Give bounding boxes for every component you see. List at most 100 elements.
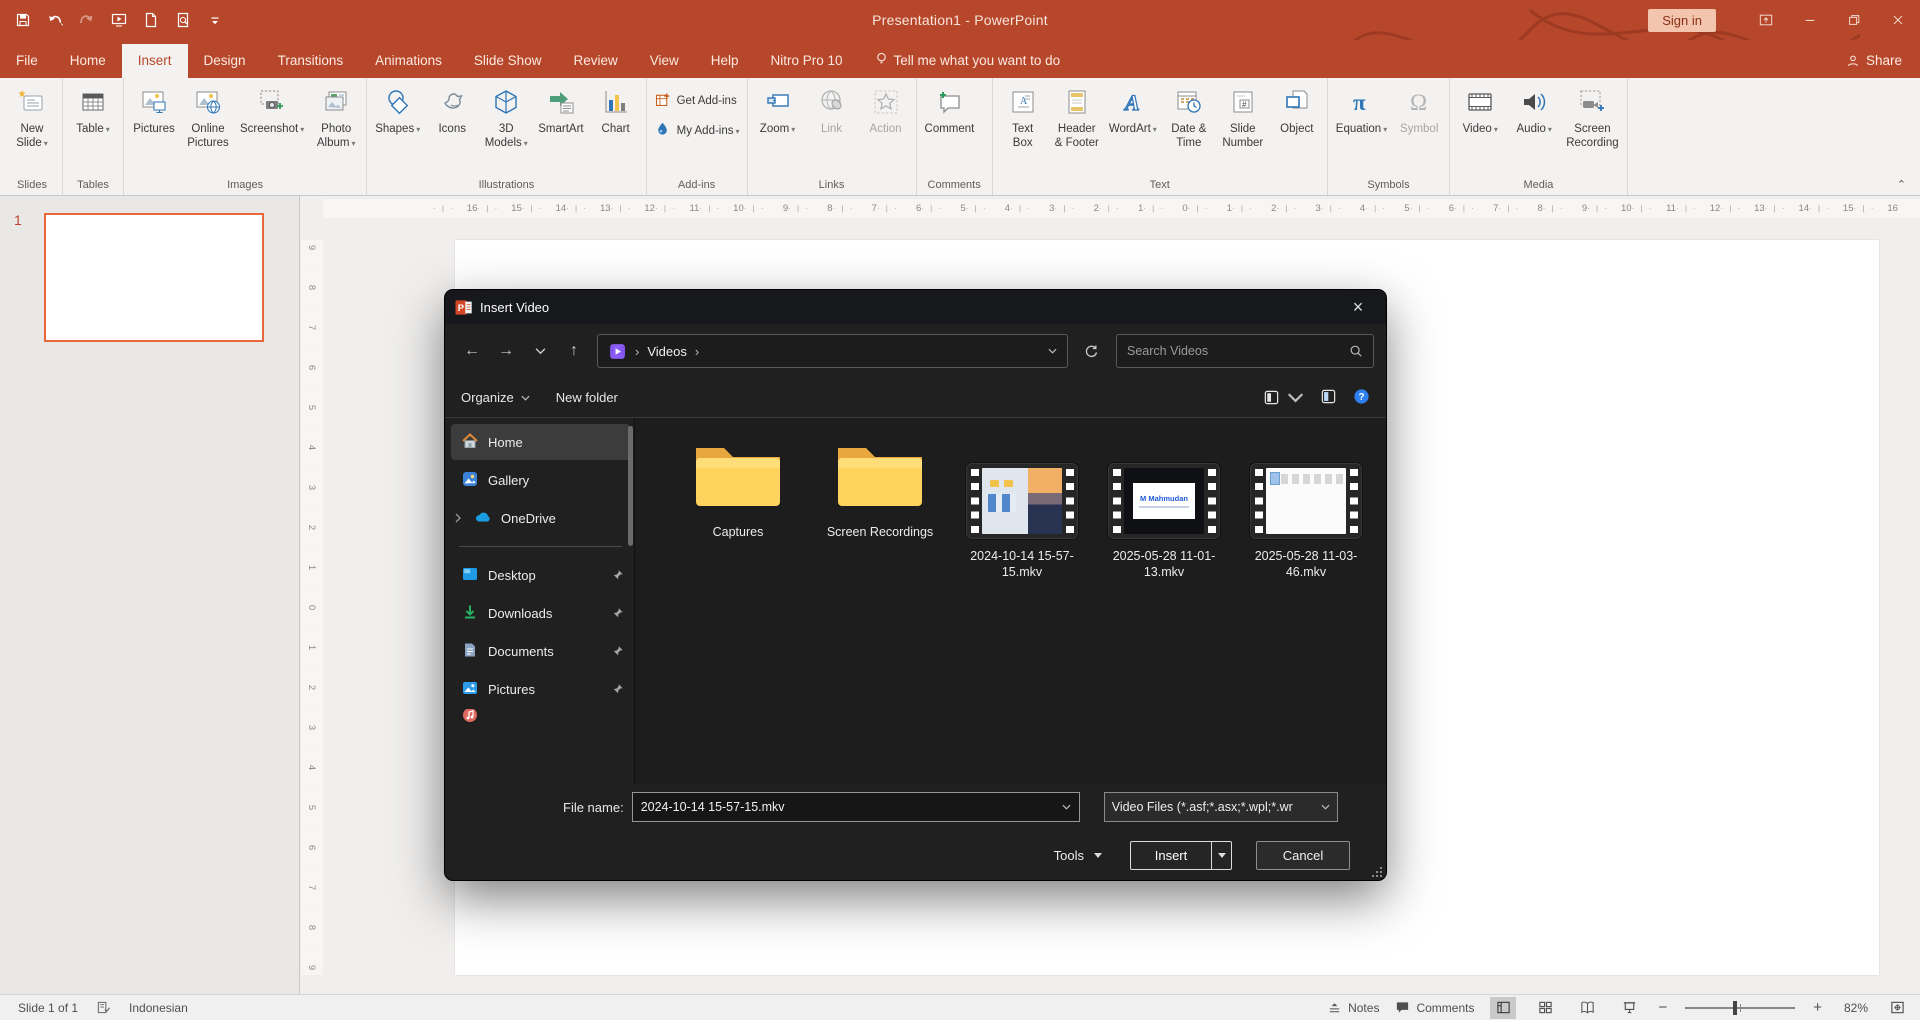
- search-icon[interactable]: [1349, 344, 1363, 358]
- ribbon-button-3d-models[interactable]: 3D Models ▾: [479, 80, 533, 177]
- zoom-slider[interactable]: [1685, 1000, 1796, 1015]
- up-icon[interactable]: ↑: [559, 336, 589, 366]
- normal-view-button[interactable]: [1490, 996, 1517, 1019]
- ribbon-button-slide-number[interactable]: # Slide Number: [1216, 80, 1270, 177]
- sidebar-item-downloads[interactable]: Downloads: [451, 595, 630, 631]
- ribbon-button-new-slide[interactable]: New Slide ▾: [5, 80, 59, 177]
- ribbon-button-header-footer[interactable]: Header & Footer: [1050, 80, 1104, 177]
- sidebar-item-documents[interactable]: Documents: [451, 633, 630, 669]
- ribbon-button-icons[interactable]: Icons: [425, 80, 479, 177]
- ribbon-button-screenshot[interactable]: Screenshot ▾: [235, 80, 309, 177]
- ribbon-button-chart[interactable]: Chart: [589, 80, 643, 177]
- zoom-slider-thumb[interactable]: [1733, 1000, 1738, 1015]
- ribbon-button-table[interactable]: Table ▾: [66, 80, 120, 177]
- tab-view[interactable]: View: [634, 44, 695, 78]
- undo-icon[interactable]: [46, 11, 64, 29]
- sidebar-item-pictures[interactable]: Pictures: [451, 671, 630, 707]
- video-file-2025-05-28-11-01-13-mkv[interactable]: M Mahmudan 2025-05-28 11-01-13.mkv: [1103, 434, 1225, 581]
- ribbon-button-smartart[interactable]: SmartArt: [533, 80, 588, 177]
- slide-sorter-view-button[interactable]: [1532, 997, 1558, 1019]
- video-file-2025-05-28-11-03-46-mkv[interactable]: 2025-05-28 11-03-46.mkv: [1245, 434, 1367, 581]
- new-file-icon[interactable]: [142, 11, 160, 29]
- dialog-title-bar[interactable]: P Insert Video ×: [445, 290, 1386, 324]
- ribbon-button-video[interactable]: Video ▾: [1453, 80, 1507, 177]
- resize-grip[interactable]: [1372, 867, 1382, 877]
- ribbon-display-options-icon[interactable]: [1744, 0, 1788, 40]
- ribbon-button-screen-recording[interactable]: Screen Recording: [1561, 80, 1623, 177]
- file-name-dropdown-icon[interactable]: [1062, 804, 1071, 810]
- refresh-icon[interactable]: [1076, 336, 1106, 366]
- minimize-button[interactable]: [1788, 0, 1832, 40]
- ribbon-button-comment[interactable]: Comment: [920, 80, 980, 177]
- cancel-button[interactable]: Cancel: [1256, 840, 1350, 870]
- file-name-input[interactable]: [640, 800, 1062, 814]
- slide-1-thumbnail[interactable]: [44, 213, 264, 342]
- share-button[interactable]: Share: [1828, 44, 1920, 78]
- breadcrumb-videos[interactable]: Videos: [647, 344, 687, 359]
- ribbon-button-get-add-ins[interactable]: Get Add-ins: [650, 90, 744, 112]
- tab-animations[interactable]: Animations: [359, 44, 458, 78]
- address-dropdown-icon[interactable]: [1048, 348, 1057, 354]
- zoom-out-button[interactable]: −: [1658, 999, 1667, 1016]
- ribbon-button-object[interactable]: Object: [1270, 80, 1324, 177]
- video-file-2024-10-14-15-57-15-mkv[interactable]: 2024-10-14 15-57-15.mkv: [961, 434, 1083, 581]
- insert-dropdown-button[interactable]: [1211, 841, 1231, 869]
- ribbon-button-shapes[interactable]: Shapes ▾: [370, 80, 425, 177]
- preview-pane-button[interactable]: [1320, 388, 1337, 408]
- save-icon[interactable]: [14, 11, 32, 29]
- ribbon-button-audio[interactable]: Audio ▾: [1507, 80, 1561, 177]
- breadcrumb[interactable]: › Videos ›: [597, 334, 1068, 368]
- tab-slide-show[interactable]: Slide Show: [458, 44, 558, 78]
- sidebar-item-gallery[interactable]: Gallery: [451, 462, 630, 498]
- tab-file[interactable]: File: [0, 44, 54, 78]
- slideshow-view-button[interactable]: [1616, 997, 1642, 1019]
- tab-review[interactable]: Review: [557, 44, 633, 78]
- folder-captures[interactable]: Captures: [677, 434, 799, 540]
- ribbon-button-photo-album[interactable]: Photo Album ▾: [309, 80, 363, 177]
- file-type-select[interactable]: Video Files (*.asf;*.asx;*.wpl;*.wr: [1103, 792, 1338, 822]
- insert-button[interactable]: Insert: [1131, 842, 1211, 869]
- tab-insert[interactable]: Insert: [121, 44, 188, 78]
- tab-design[interactable]: Design: [188, 44, 262, 78]
- change-view-button[interactable]: [1263, 389, 1304, 406]
- dialog-close-icon[interactable]: ×: [1340, 297, 1376, 318]
- recent-locations-icon[interactable]: [525, 336, 555, 366]
- tools-button[interactable]: Tools: [1054, 848, 1102, 863]
- tab-tell-me-what-you-want-to-do[interactable]: Tell me what you want to do: [859, 43, 1077, 78]
- tab-transitions[interactable]: Transitions: [262, 44, 360, 78]
- sidebar-scrollbar[interactable]: [628, 426, 633, 546]
- ribbon-button-equation[interactable]: π Equation ▾: [1331, 80, 1392, 177]
- tab-home[interactable]: Home: [54, 44, 122, 78]
- start-slideshow-icon[interactable]: [110, 11, 128, 29]
- new-folder-button[interactable]: New folder: [556, 390, 618, 405]
- sidebar-item-partial[interactable]: [451, 709, 630, 723]
- spell-check-icon[interactable]: [96, 1000, 111, 1015]
- ribbon-button-my-add-ins[interactable]: My Add-ins ▾: [650, 120, 744, 142]
- forward-icon[interactable]: →: [491, 336, 521, 366]
- collapse-ribbon-icon[interactable]: ⌃: [1897, 178, 1906, 191]
- print-preview-icon[interactable]: [174, 11, 192, 29]
- help-button[interactable]: ?: [1353, 388, 1370, 408]
- sidebar-item-desktop[interactable]: Desktop: [451, 557, 630, 593]
- organize-button[interactable]: Organize: [461, 390, 530, 405]
- sign-in-button[interactable]: Sign in: [1648, 8, 1716, 32]
- ribbon-button-pictures[interactable]: Pictures: [127, 80, 181, 177]
- expand-chevron-icon[interactable]: [455, 511, 465, 526]
- close-button[interactable]: [1876, 0, 1920, 40]
- folder-screen-recordings[interactable]: Screen Recordings: [819, 434, 941, 540]
- restore-button[interactable]: [1832, 0, 1876, 40]
- language-label[interactable]: Indonesian: [129, 1001, 188, 1015]
- back-icon[interactable]: ←: [457, 336, 487, 366]
- ribbon-button-zoom[interactable]: Zoom ▾: [751, 80, 805, 177]
- customize-qat-icon[interactable]: [206, 11, 224, 29]
- fit-slide-to-window-button[interactable]: [1884, 997, 1910, 1019]
- reading-view-button[interactable]: [1574, 997, 1600, 1019]
- tab-help[interactable]: Help: [695, 44, 755, 78]
- notes-button[interactable]: Notes: [1327, 1000, 1379, 1015]
- search-input[interactable]: [1127, 344, 1349, 358]
- ribbon-button-text-box[interactable]: A Text Box: [996, 80, 1050, 177]
- zoom-in-button[interactable]: +: [1813, 999, 1822, 1016]
- comments-button[interactable]: Comments: [1395, 1000, 1474, 1015]
- zoom-percentage[interactable]: 82%: [1838, 1001, 1868, 1015]
- ribbon-button-online-pictures[interactable]: Online Pictures: [181, 80, 235, 177]
